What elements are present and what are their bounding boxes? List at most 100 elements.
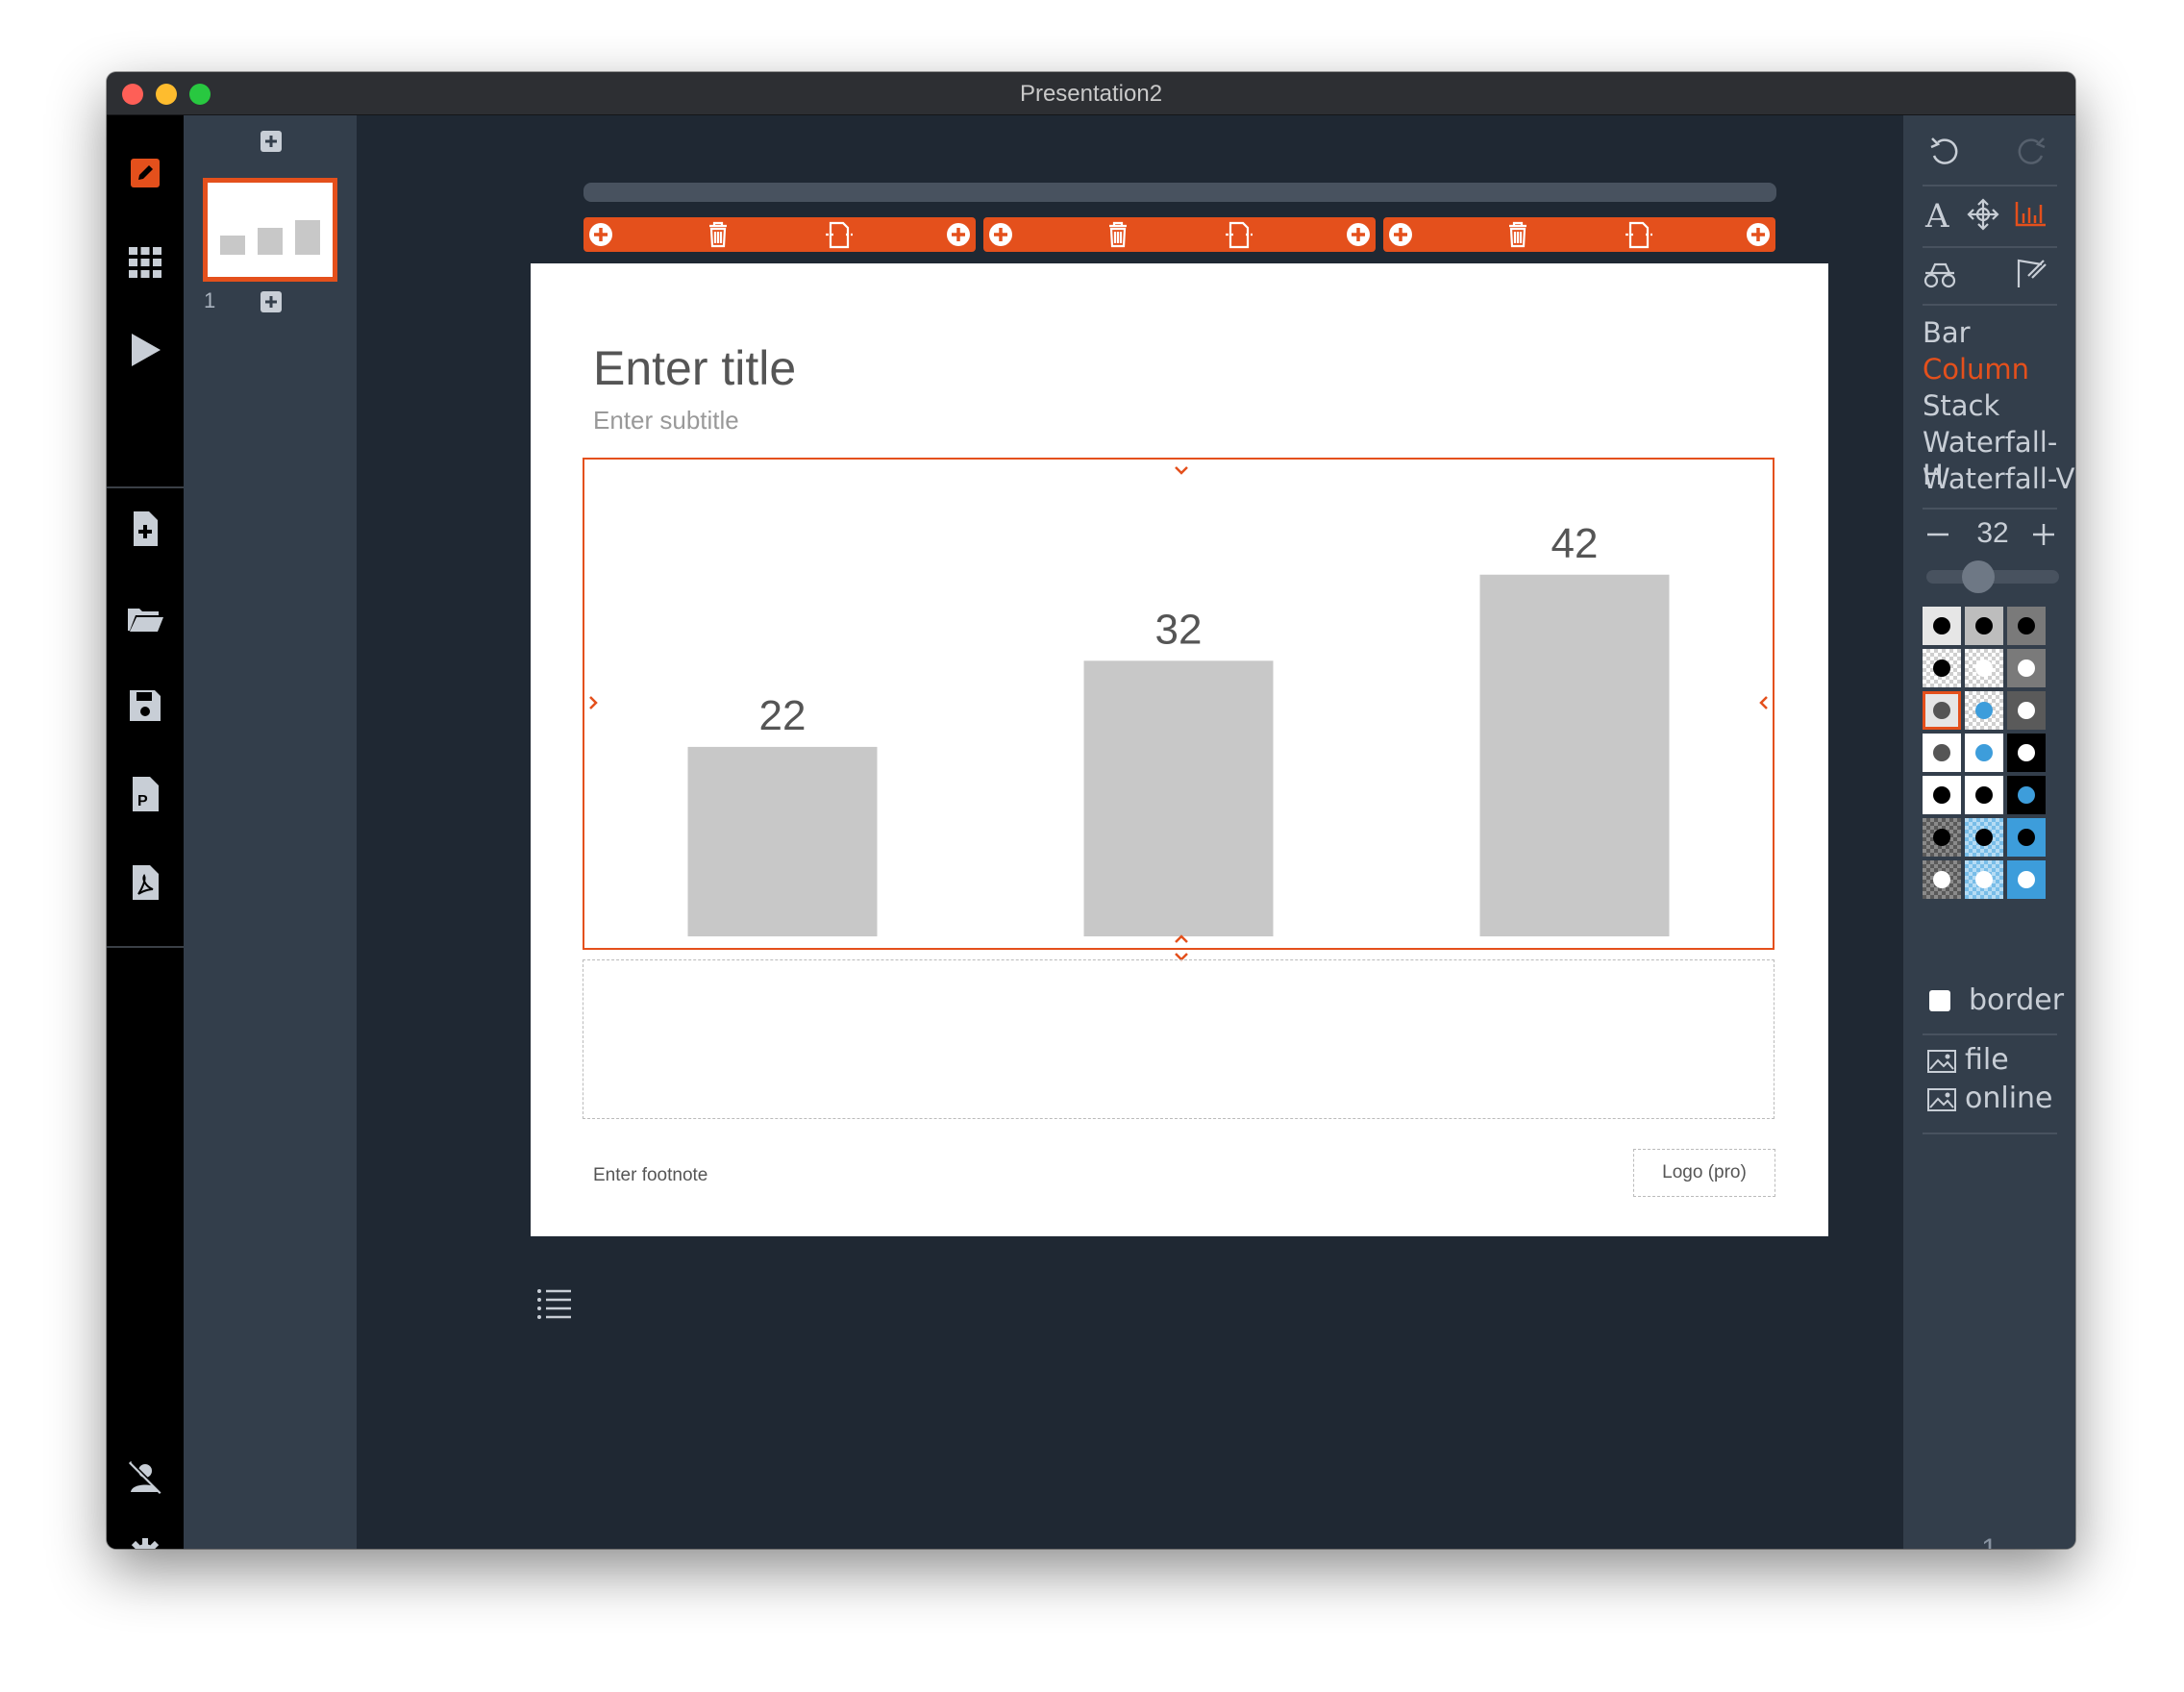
grid-view-icon[interactable] xyxy=(126,243,164,282)
swatch-dot xyxy=(1975,744,1993,761)
chart-data-label-3[interactable]: 42 xyxy=(1551,520,1599,567)
color-scheme-swatch[interactable] xyxy=(1965,818,2003,857)
insert-image-online[interactable]: online xyxy=(1926,1082,2053,1115)
redo-icon[interactable] xyxy=(2013,133,2049,169)
color-scheme-swatch[interactable] xyxy=(1923,818,1961,857)
logo-placeholder[interactable]: Logo (pro) xyxy=(1633,1149,1775,1197)
color-scheme-swatch[interactable] xyxy=(2007,818,2046,857)
play-icon[interactable] xyxy=(126,331,164,369)
color-scheme-swatch[interactable] xyxy=(2007,860,2046,899)
color-scheme-swatch[interactable] xyxy=(1965,649,2003,687)
delete-column-icon[interactable] xyxy=(709,221,727,248)
resize-left-handle[interactable] xyxy=(589,696,598,709)
svg-text:A: A xyxy=(1924,197,1949,233)
column-toolbar-1 xyxy=(583,217,976,252)
column-toolbar-3 xyxy=(1383,217,1775,252)
horizontal-scrollbar[interactable] xyxy=(583,183,1776,202)
duplicate-column-icon[interactable] xyxy=(1226,221,1253,249)
duplicate-column-icon[interactable] xyxy=(826,221,853,249)
chart-data-label-2[interactable]: 32 xyxy=(1155,606,1203,653)
slider-thumb[interactable] xyxy=(1962,560,1995,593)
color-scheme-swatch[interactable] xyxy=(1923,734,1961,772)
color-scheme-swatch[interactable] xyxy=(1965,691,2003,730)
chart-type-icon[interactable] xyxy=(2013,196,2049,233)
border-checkbox[interactable] xyxy=(1929,990,1950,1011)
app-window: Presentation2 P 1 Enter title Enter subt… xyxy=(107,72,2075,1549)
color-scheme-swatch[interactable] xyxy=(2007,776,2046,814)
chart-type-stack[interactable]: Stack xyxy=(1923,389,1999,422)
image-icon xyxy=(1927,1087,1956,1111)
list-outline-icon[interactable] xyxy=(535,1286,574,1321)
chart-type-column[interactable]: Column xyxy=(1923,353,2029,386)
color-scheme-swatch[interactable] xyxy=(1965,776,2003,814)
duplicate-column-icon[interactable] xyxy=(1626,221,1652,249)
settings-gear-icon[interactable] xyxy=(126,1535,164,1549)
chart-bar-1[interactable] xyxy=(687,746,878,936)
text-format-icon[interactable]: A xyxy=(1921,196,1957,233)
slide-title[interactable]: Enter title xyxy=(593,340,796,396)
chart-type-bar[interactable]: Bar xyxy=(1923,316,1971,349)
add-column-right-icon[interactable] xyxy=(1347,223,1370,246)
add-slide-before-icon[interactable] xyxy=(261,131,282,152)
font-size-value: 32 xyxy=(1976,517,2009,549)
left-rail: P xyxy=(107,115,184,1549)
style-brush-icon[interactable] xyxy=(2013,255,2049,291)
swatch-dot xyxy=(1975,617,1993,634)
slide-subtitle[interactable]: Enter subtitle xyxy=(593,406,739,435)
add-column-left-icon[interactable] xyxy=(989,223,1012,246)
data-tools-icon[interactable] xyxy=(1923,255,1959,291)
slide-footnote[interactable]: Enter footnote xyxy=(593,1165,707,1186)
swatch-dot xyxy=(2018,702,2035,719)
color-scheme-swatch[interactable] xyxy=(2007,649,2046,687)
add-column-left-icon[interactable] xyxy=(1389,223,1412,246)
border-label: border xyxy=(1969,983,2065,1017)
color-scheme-swatch[interactable] xyxy=(2007,734,2046,772)
color-scheme-swatch[interactable] xyxy=(1923,649,1961,687)
color-scheme-swatch[interactable] xyxy=(1965,607,2003,645)
minus-icon[interactable] xyxy=(1926,523,1949,546)
color-scheme-swatch[interactable] xyxy=(2007,691,2046,730)
add-slide-after-icon[interactable] xyxy=(261,291,282,312)
rail-divider xyxy=(107,946,184,948)
export-powerpoint-icon[interactable]: P xyxy=(126,775,164,813)
edit-icon[interactable] xyxy=(126,154,164,192)
font-size-stepper: 32 xyxy=(1926,517,2059,550)
font-size-slider[interactable] xyxy=(1926,560,2059,593)
open-folder-icon[interactable] xyxy=(126,599,164,637)
chart-bar-2[interactable] xyxy=(1083,660,1274,936)
color-scheme-swatch[interactable] xyxy=(1923,860,1961,899)
new-file-icon[interactable] xyxy=(126,510,164,548)
move-icon[interactable] xyxy=(1965,196,2001,233)
add-column-right-icon[interactable] xyxy=(947,223,970,246)
color-scheme-swatch[interactable] xyxy=(2007,607,2046,645)
swatch-dot xyxy=(1975,871,1993,888)
add-column-right-icon[interactable] xyxy=(1747,223,1770,246)
swatch-dot xyxy=(2018,871,2035,888)
chart-type-waterfall-v[interactable]: Waterfall-V xyxy=(1923,462,2074,495)
slide-thumbnail-1[interactable] xyxy=(203,178,337,282)
export-pdf-icon[interactable] xyxy=(126,863,164,902)
undo-icon[interactable] xyxy=(1926,133,1963,169)
resize-bottom-handle[interactable] xyxy=(1175,934,1188,943)
user-off-icon[interactable] xyxy=(126,1458,164,1497)
color-scheme-swatch[interactable] xyxy=(1923,776,1961,814)
content-placeholder[interactable] xyxy=(583,959,1774,1119)
panel-divider xyxy=(1923,1132,2057,1134)
plus-icon[interactable] xyxy=(2032,523,2055,546)
color-scheme-swatch[interactable] xyxy=(1923,691,1961,730)
resize-right-handle[interactable] xyxy=(1759,696,1768,709)
delete-column-icon[interactable] xyxy=(1509,221,1526,248)
chart-container[interactable]: 22 32 42 xyxy=(583,458,1774,950)
color-scheme-swatch[interactable] xyxy=(1965,860,2003,899)
save-icon[interactable] xyxy=(126,686,164,725)
delete-column-icon[interactable] xyxy=(1109,221,1127,248)
editor-canvas: Enter title Enter subtitle 22 32 42 Enter … xyxy=(357,115,1899,1549)
add-column-left-icon[interactable] xyxy=(589,223,612,246)
resize-top-handle[interactable] xyxy=(1175,466,1188,475)
color-scheme-swatch[interactable] xyxy=(1923,607,1961,645)
chart-data-label-1[interactable]: 22 xyxy=(759,692,807,739)
slide-number-label: 1 xyxy=(204,288,216,312)
color-scheme-swatch[interactable] xyxy=(1965,734,2003,772)
insert-image-file[interactable]: file xyxy=(1926,1043,2009,1077)
chart-bar-3[interactable] xyxy=(1479,574,1670,936)
